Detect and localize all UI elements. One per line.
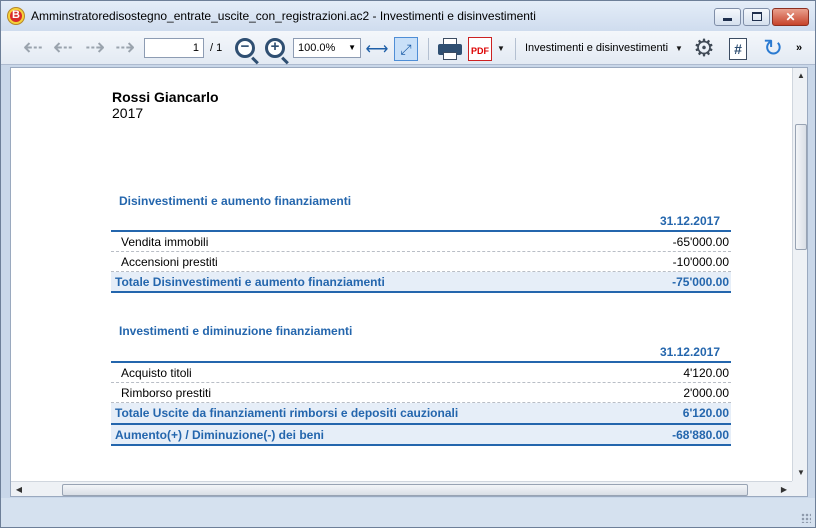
close-icon: ✕ (785, 10, 796, 24)
pdf-icon[interactable]: PDF (468, 37, 492, 61)
gear-icon[interactable]: ⚙ (692, 37, 716, 61)
previous-page-icon[interactable]: ⇠ (51, 35, 75, 61)
scroll-left-icon[interactable]: ◀ (11, 482, 27, 496)
horizontal-scrollbar[interactable]: ◀ ▶ (11, 481, 792, 496)
total-row: Totale Uscite da finanziamenti rimborsi … (111, 403, 731, 424)
report-year: 2017 (112, 105, 144, 121)
scroll-right-icon[interactable]: ▶ (776, 482, 792, 496)
page-total-label: / 1 (210, 42, 223, 54)
document-viewer: Rossi Giancarlo 2017 Disinvestimenti e a… (10, 67, 808, 497)
fit-page-icon[interactable]: ⤢ (394, 37, 418, 61)
close-button[interactable]: ✕ (772, 8, 809, 26)
scroll-down-icon[interactable]: ▼ (793, 465, 807, 481)
resize-grip-icon[interactable] (801, 513, 811, 523)
grand-total-row: Aumento(+) / Diminuzione(-) dei beni -68… (111, 423, 731, 446)
zoom-in-icon: + (265, 38, 285, 58)
refresh-icon[interactable]: ↻ (760, 36, 786, 62)
report-page: Rossi Giancarlo 2017 Disinvestimenti e a… (11, 68, 792, 481)
status-bar (1, 498, 815, 527)
minimize-button[interactable] (714, 8, 741, 26)
column-header-date: 31.12.2017 (659, 345, 720, 359)
table-row: Acquisto titoli 4'120.00 (111, 363, 731, 383)
scroll-up-icon[interactable]: ▲ (793, 68, 807, 84)
total-row: Totale Disinvestimenti e aumento finanzi… (111, 272, 731, 293)
page-number-input[interactable]: 1 (144, 38, 204, 58)
table-row: Rimborso prestiti 2'000.00 (111, 383, 731, 403)
column-header-date: 31.12.2017 (659, 214, 720, 228)
toolbar: ⇠ ⇠ ⇢ ⇢ 1 / 1 − + 100.0% ▼ ⟷ ⤢ PDF ▼ Inv… (1, 31, 815, 65)
horizontal-scroll-thumb[interactable] (62, 484, 748, 496)
maximize-button[interactable] (743, 8, 770, 26)
pdf-options-chevron-icon[interactable]: ▼ (497, 44, 505, 53)
section-title: Disinvestimenti e aumento finanziamenti (119, 194, 352, 208)
zoom-out-icon: − (235, 38, 255, 58)
forward-icon[interactable]: ⇢ (113, 35, 137, 61)
zoom-out-button[interactable]: − (232, 35, 258, 61)
window-title: Amminstratoredisostegno_entrate_uscite_c… (31, 9, 536, 23)
fit-width-icon[interactable]: ⟷ (365, 37, 389, 61)
scrollbar-corner (792, 481, 807, 496)
title-bar: B Amminstratoredisostegno_entrate_uscite… (1, 1, 815, 31)
table-row: Accensioni prestiti -10'000.00 (111, 252, 731, 272)
back-icon[interactable]: ⇠ (21, 35, 45, 61)
toolbar-separator (428, 38, 429, 60)
zoom-in-button[interactable]: + (262, 35, 288, 61)
next-page-icon[interactable]: ⇢ (83, 35, 107, 61)
print-icon[interactable] (437, 38, 463, 60)
report-author: Rossi Giancarlo (112, 89, 219, 105)
section-title: Investimenti e diminuzione finanziamenti (119, 324, 353, 338)
vertical-scroll-thumb[interactable] (795, 124, 807, 250)
app-logo-icon[interactable]: B (7, 7, 25, 25)
minimize-icon (723, 18, 732, 21)
chevron-down-icon: ▼ (348, 43, 356, 52)
toolbar-overflow-button[interactable]: » (796, 42, 802, 54)
vertical-scrollbar[interactable]: ▲ ▼ (792, 68, 807, 481)
zoom-select[interactable]: 100.0% ▼ (293, 38, 361, 58)
toolbar-separator (515, 38, 516, 60)
table-row: Vendita immobili -65'000.00 (111, 232, 731, 252)
report-chevron-down-icon[interactable]: ▼ (675, 44, 683, 53)
maximize-icon (752, 12, 762, 21)
app-window: B Amminstratoredisostegno_entrate_uscite… (0, 0, 816, 528)
hash-icon[interactable]: # (729, 38, 747, 60)
report-select[interactable]: Investimenti e disinvestimenti (525, 42, 668, 54)
